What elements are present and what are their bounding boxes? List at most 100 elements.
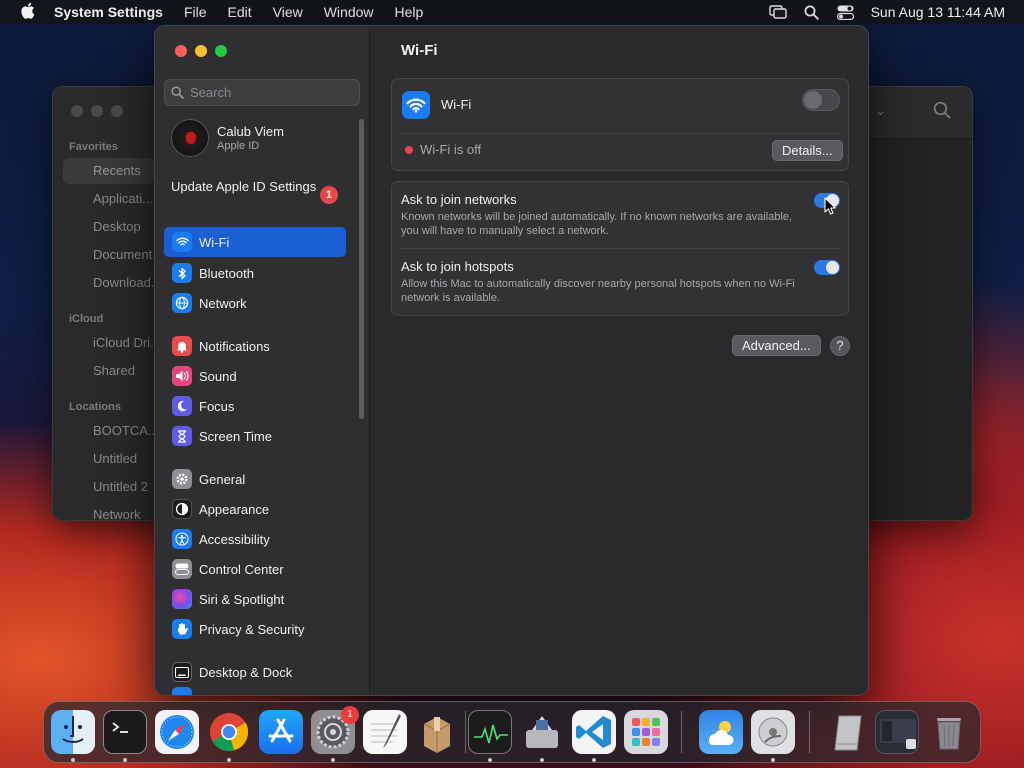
finder-item-network[interactable]: Network bbox=[93, 507, 141, 520]
menu-view[interactable]: View bbox=[273, 4, 303, 20]
settings-sidebar: Calub Viem Apple ID Update Apple ID Sett… bbox=[155, 26, 370, 695]
search-field[interactable] bbox=[164, 79, 360, 106]
safari-app-icon[interactable] bbox=[155, 710, 199, 754]
finder-item-desktop[interactable]: Desktop bbox=[93, 219, 141, 234]
apple-id-row[interactable]: Calub Viem Apple ID bbox=[171, 119, 284, 157]
app-store-icon[interactable] bbox=[259, 710, 303, 754]
chrome-app-icon[interactable] bbox=[207, 710, 251, 754]
sidebar-item-appearance[interactable]: Appearance bbox=[164, 494, 346, 524]
page-title: Wi-Fi bbox=[401, 42, 438, 59]
sidebar-item-label: Privacy & Security bbox=[199, 621, 305, 637]
menu-clock[interactable]: Sun Aug 13 11:44 AM bbox=[871, 4, 1005, 20]
sidebar-item-siri-spotlight[interactable]: Siri & Spotlight bbox=[164, 584, 346, 614]
divider bbox=[401, 248, 839, 249]
update-badge: 1 bbox=[320, 186, 338, 204]
wifi-card: Wi-Fi Wi-Fi is off Details... bbox=[391, 78, 849, 171]
control-center-icon bbox=[172, 559, 192, 579]
sidebar-item-general[interactable]: General bbox=[164, 464, 346, 494]
trash-icon[interactable] bbox=[927, 710, 971, 754]
finder-item-downloads[interactable]: Download... bbox=[93, 275, 162, 290]
sidebar-item-label: Desktop & Dock bbox=[199, 664, 293, 680]
sidebar-item-partial[interactable] bbox=[164, 687, 346, 695]
sidebar-item-desktop-dock[interactable]: Desktop & Dock bbox=[164, 657, 346, 687]
system-settings-window[interactable]: Calub Viem Apple ID Update Apple ID Sett… bbox=[154, 25, 869, 696]
boot-camp-app-icon[interactable] bbox=[520, 710, 564, 754]
screen-mirroring-icon[interactable] bbox=[761, 0, 795, 24]
finder-chevron-down-icon[interactable]: ⌄ bbox=[875, 103, 886, 119]
wifi-toggle[interactable] bbox=[802, 89, 840, 111]
divider bbox=[401, 133, 839, 134]
finder-item-icloud-drive[interactable]: iCloud Dri... bbox=[93, 335, 161, 350]
join-options-card: Ask to join networks Known networks will… bbox=[391, 181, 849, 316]
advanced-button[interactable]: Advanced... bbox=[732, 335, 821, 356]
finder-item-documents[interactable]: Document... bbox=[93, 247, 163, 262]
finder-app-icon[interactable] bbox=[51, 710, 95, 754]
hand-icon bbox=[172, 619, 192, 639]
sidebar-item-accessibility[interactable]: Accessibility bbox=[164, 524, 346, 554]
menu-help[interactable]: Help bbox=[395, 4, 424, 20]
menu-window[interactable]: Window bbox=[324, 4, 374, 20]
menu-file[interactable]: File bbox=[184, 4, 207, 20]
archive-utility-app-icon[interactable] bbox=[415, 710, 459, 754]
sidebar-item-bluetooth[interactable]: Bluetooth bbox=[164, 258, 346, 288]
wifi-toggle-label: Wi-Fi bbox=[441, 97, 472, 112]
hourglass-icon bbox=[172, 426, 192, 446]
finder-window-controls[interactable] bbox=[71, 105, 123, 117]
external-drive-icon[interactable] bbox=[827, 710, 871, 754]
sidebar-item-label: General bbox=[199, 471, 246, 487]
finder-item-applications[interactable]: Applicati... bbox=[93, 191, 153, 206]
search-input[interactable] bbox=[190, 85, 350, 100]
settings-dock-badge: 1 bbox=[341, 706, 359, 724]
bell-icon bbox=[172, 336, 192, 356]
help-button[interactable]: ? bbox=[830, 336, 850, 356]
control-center-icon[interactable] bbox=[829, 0, 863, 24]
ask-join-hotspots-toggle[interactable] bbox=[814, 260, 840, 275]
sidebar-item-focus[interactable]: Focus bbox=[164, 391, 346, 421]
disk-utility-app-icon[interactable] bbox=[751, 710, 795, 754]
ask-join-hotspots-title: Ask to join hotspots bbox=[401, 259, 514, 274]
menu-app-name[interactable]: System Settings bbox=[54, 4, 163, 20]
vscode-app-icon[interactable] bbox=[572, 710, 616, 754]
sidebar-item-network[interactable]: Network bbox=[164, 288, 346, 318]
finder-item-shared[interactable]: Shared bbox=[93, 363, 135, 378]
zoom-button[interactable] bbox=[215, 45, 227, 57]
sidebar-item-wifi[interactable]: Wi-Fi bbox=[164, 227, 346, 257]
sidebar-item-label: Appearance bbox=[199, 501, 270, 517]
sidebar-item-control-center[interactable]: Control Center bbox=[164, 554, 346, 584]
finder-icloud-heading: iCloud bbox=[69, 313, 104, 325]
sidebar-item-screen-time[interactable]: Screen Time bbox=[164, 421, 346, 451]
terminal-app-icon[interactable] bbox=[103, 710, 147, 754]
mouse-cursor-icon bbox=[824, 197, 836, 215]
sidebar-item-label: Accessibility bbox=[199, 531, 270, 547]
weather-app-icon[interactable] bbox=[699, 710, 743, 754]
appearance-icon bbox=[172, 499, 192, 519]
sidebar-item-label: Siri & Spotlight bbox=[199, 591, 285, 607]
apple-menu-icon[interactable] bbox=[0, 2, 54, 23]
sidebar-scrollbar[interactable] bbox=[359, 119, 364, 419]
activity-monitor-app-icon[interactable] bbox=[468, 710, 512, 754]
display-icon bbox=[172, 687, 192, 695]
desktop-icon bbox=[172, 662, 192, 682]
finder-item-untitled-2[interactable]: Untitled 2 bbox=[93, 479, 148, 494]
finder-item-recents[interactable]: Recents bbox=[63, 158, 155, 184]
status-off-dot bbox=[405, 146, 413, 154]
details-button[interactable]: Details... bbox=[772, 140, 843, 161]
user-name: Calub Viem bbox=[217, 124, 284, 139]
finder-item-untitled[interactable]: Untitled bbox=[93, 451, 137, 466]
menu-edit[interactable]: Edit bbox=[228, 4, 252, 20]
sidebar-item-sound[interactable]: Sound bbox=[164, 361, 346, 391]
ask-join-hotspots-desc: Allow this Mac to automatically discover… bbox=[401, 278, 795, 304]
sidebar-item-notifications[interactable]: Notifications bbox=[164, 331, 346, 361]
textedit-app-icon[interactable] bbox=[363, 710, 407, 754]
close-button[interactable] bbox=[175, 45, 187, 57]
minimize-button[interactable] bbox=[195, 45, 207, 57]
sidebar-item-privacy-security[interactable]: Privacy & Security bbox=[164, 614, 346, 644]
sidebar-item-label: Bluetooth bbox=[199, 265, 254, 281]
speaker-icon bbox=[172, 366, 192, 386]
globe-icon bbox=[172, 293, 192, 313]
screenshot-thumbnail-icon[interactable] bbox=[875, 710, 919, 754]
finder-item-bootcamp[interactable]: BOOTCA... bbox=[93, 423, 159, 438]
finder-search-icon[interactable] bbox=[933, 101, 951, 124]
launchpad-app-icon[interactable] bbox=[624, 710, 668, 754]
spotlight-search-icon[interactable] bbox=[795, 0, 829, 24]
